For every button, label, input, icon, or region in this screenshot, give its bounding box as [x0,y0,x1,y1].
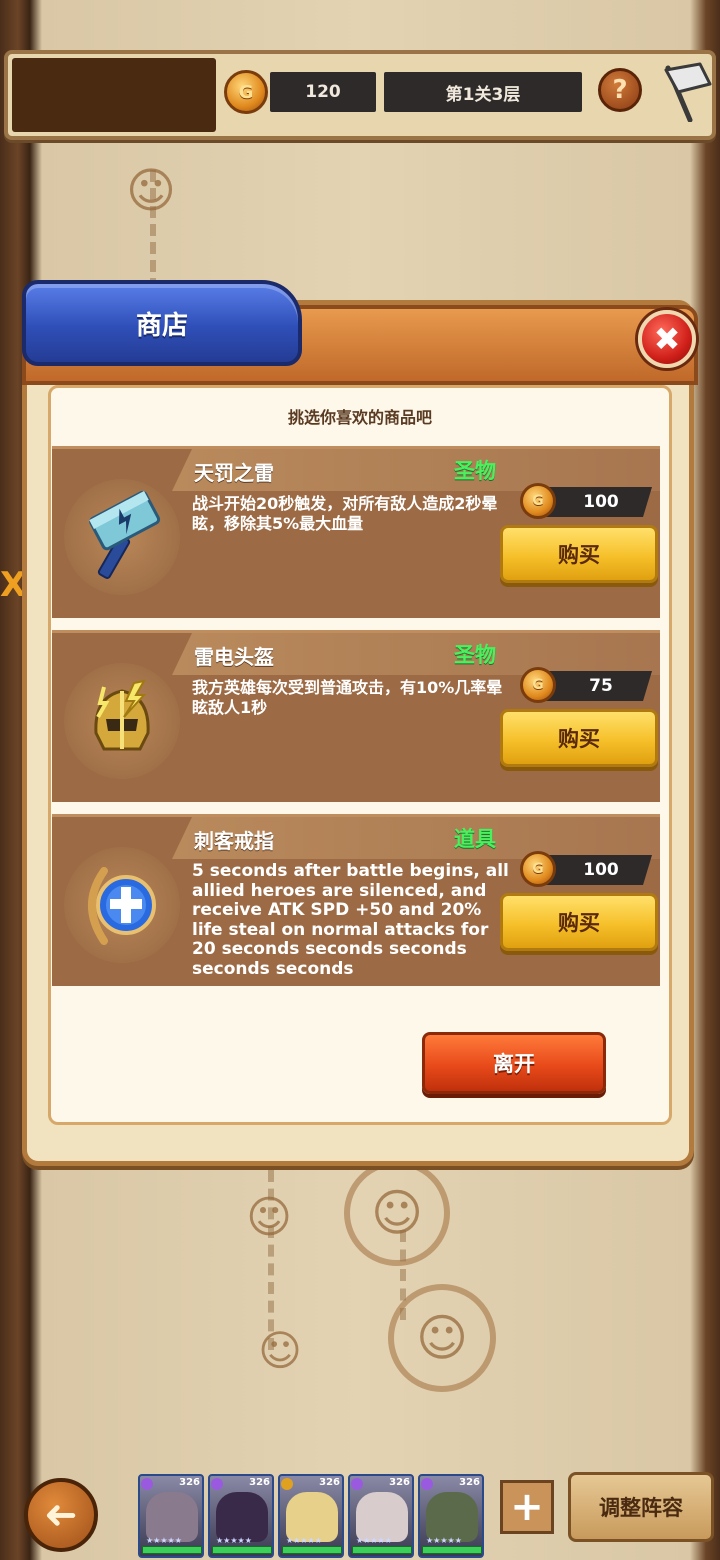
plus-icon: + [510,1484,544,1530]
hero-level: 326 [249,1477,270,1488]
rarity-gem-icon [141,1478,153,1490]
close-button[interactable]: ✖ [638,310,696,368]
hero-level: 326 [319,1477,340,1488]
gold-coin-icon: G [520,667,556,703]
hero-portrait [426,1492,478,1542]
shop-item-card: 雷电头盔 圣物 我方英雄每次受到普通攻击，有10%几率晕眩敌人1秒 75 G 购… [52,630,660,802]
shop-item-card: 天罚之雷 圣物 战斗开始20秒触发，对所有敌人造成2秒晕眩，移除其5%最大血量 … [52,446,660,618]
enemy-face-icon: ☺ [258,1325,302,1375]
enemy-face-icon: ☺ [125,163,177,219]
enemy-face-icon: ☺ [370,1184,424,1242]
stage-label: 第1关3层 [384,72,582,112]
hero-slot[interactable]: 326 ★★★★★ [138,1474,204,1558]
hero-hp-bar [142,1546,202,1554]
add-hero-button[interactable]: + [500,1480,554,1534]
back-button[interactable]: ➜ [24,1478,98,1552]
hero-slot[interactable]: 326 ★★★★★ [418,1474,484,1558]
hero-portrait [286,1492,338,1542]
player-info-box [12,58,216,132]
hero-hp-bar [282,1546,342,1554]
item-description: 战斗开始20秒触发，对所有敌人造成2秒晕眩，移除其5%最大血量 [192,494,498,533]
help-button[interactable]: ? [598,68,642,112]
buy-button[interactable]: 购买 [500,709,658,767]
enemy-node[interactable]: ☺ [120,160,182,222]
hero-hp-bar [212,1546,272,1554]
shop-tab: 商店 [22,280,302,366]
hero-portrait [356,1492,408,1542]
surrender-flag-icon[interactable] [660,62,716,122]
item-price: 100 [540,487,652,517]
hero-slot[interactable]: 326 ★★★★★ [278,1474,344,1558]
hero-stars: ★★★★★ [426,1536,462,1545]
hero-slot[interactable]: 326 ★★★★★ [348,1474,414,1558]
leave-button[interactable]: 离开 [422,1032,606,1094]
shop-item-card: 刺客戒指 道具 5 seconds after battle begins, a… [52,814,660,986]
item-price: 75 [540,671,652,701]
rarity-gem-icon [211,1478,223,1490]
hero-portrait [216,1492,268,1542]
item-description: 5 seconds after battle begins, all allie… [192,861,509,979]
item-description: 我方英雄每次受到普通攻击，有10%几率晕眩敌人1秒 [192,678,503,717]
hero-level: 326 [459,1477,480,1488]
enemy-face-icon: ☺ [415,1309,469,1367]
item-type-badge: 圣物 [454,459,496,483]
enemy-node[interactable]: ☺ [240,1188,298,1246]
item-price: 100 [540,855,652,885]
hammer-icon [64,479,180,595]
enemy-face-icon: ☺ [246,1191,292,1243]
enemy-node[interactable]: ☺ [252,1322,308,1378]
enemy-node-boss[interactable]: ☺ [344,1160,450,1266]
helmet-icon [64,663,180,779]
rarity-gem-icon [281,1478,293,1490]
hero-hp-bar [422,1546,482,1554]
hero-stars: ★★★★★ [146,1536,182,1545]
item-type-badge: 圣物 [454,643,496,667]
hero-hp-bar [352,1546,412,1554]
ring-icon [64,847,180,963]
gold-coin-icon: G [520,483,556,519]
rarity-gem-icon [351,1478,363,1490]
rarity-gem-icon [421,1478,433,1490]
hero-level: 326 [389,1477,410,1488]
hero-stars: ★★★★★ [286,1536,322,1545]
buy-button[interactable]: 购买 [500,525,658,583]
item-type-badge: 道具 [454,827,496,851]
gold-coin-icon: G [224,70,268,114]
buy-button[interactable]: 购买 [500,893,658,951]
gold-amount: 120 [270,72,376,112]
hero-slot[interactable]: 326 ★★★★★ [208,1474,274,1558]
item-name: 天罚之雷 [194,461,274,485]
hero-stars: ★★★★★ [216,1536,252,1545]
hero-stars: ★★★★★ [356,1536,392,1545]
top-bar: G 120 第1关3层 ? [4,50,716,140]
back-arrow-icon: ➜ [44,1492,78,1538]
hero-level: 326 [179,1477,200,1488]
shop-subtitle: 挑选你喜欢的商品吧 [287,408,432,427]
item-name: 刺客戒指 [194,829,274,853]
item-name: 雷电头盔 [194,645,274,669]
hero-portrait [146,1492,198,1542]
gold-coin-icon: G [520,851,556,887]
adjust-lineup-button[interactable]: 调整阵容 [568,1472,714,1542]
enemy-node-boss[interactable]: ☺ [388,1284,496,1392]
